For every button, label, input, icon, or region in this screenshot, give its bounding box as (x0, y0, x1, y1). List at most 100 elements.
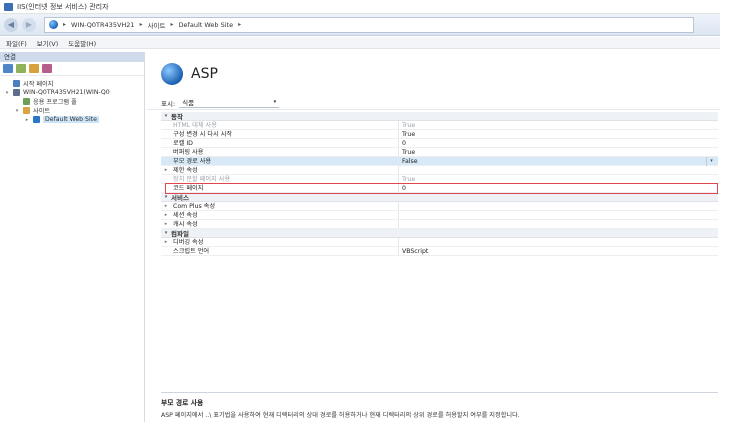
property-grid: ▾ 동작 HTML 대체 사용 True 구성 변경 시 다시 시작 True 로캘 ID 0… (161, 112, 718, 256)
property-row[interactable]: 코드 페이지 0 (161, 184, 718, 193)
breadcrumb-server[interactable]: WIN-Q0TR435VH21 (71, 21, 135, 29)
breadcrumb-default-web-site[interactable]: Default Web Site (179, 21, 234, 29)
expand-chevron-icon[interactable]: ▸ (161, 211, 171, 219)
tree-node-label: 응용 프로그램 풀 (33, 99, 77, 106)
property-row[interactable]: 로캘 ID 0 (161, 139, 718, 148)
expand-chevron-icon[interactable]: ▸ (161, 220, 171, 228)
breadcrumb-separator: ▸ (238, 21, 242, 28)
chevron-down-icon: ▾ (273, 99, 277, 105)
expand-chevron-icon[interactable]: ▸ (161, 202, 171, 210)
breadcrumb-separator: ▸ (139, 21, 143, 28)
property-row[interactable]: 버퍼링 사용 True (161, 148, 718, 157)
property-value[interactable]: True (399, 175, 718, 183)
feature-header: ASP (147, 52, 720, 96)
value-dropdown-icon[interactable]: ▾ (706, 157, 716, 166)
property-name: 부모 경로 사용 (171, 157, 399, 165)
tree-node[interactable]: ▸ Default Web Site (0, 115, 144, 124)
expand-chevron-icon[interactable]: ▸ (161, 166, 171, 174)
property-row[interactable]: ▸ 캐시 속성 (161, 220, 718, 229)
node-icon (23, 107, 30, 114)
property-row[interactable]: 장치 분할 페이지 사용 True (161, 175, 718, 184)
group-by-label: 표시: (161, 99, 176, 108)
menu-view[interactable]: 보기(V) (37, 38, 58, 48)
tree-node-label: 시작 페이지 (23, 81, 54, 88)
property-row[interactable]: ▸ 세션 속성 (161, 211, 718, 220)
property-value[interactable] (399, 166, 718, 174)
property-row[interactable]: HTML 대체 사용 True (161, 121, 718, 130)
asp-globe-icon (161, 63, 183, 85)
connections-tree: 시작 페이지 ▾ WIN-Q0TR435VH21(WIN-Q0 응용 프로그램 풀 ▾ 사… (0, 76, 144, 124)
property-name: 세션 속성 (171, 211, 399, 219)
node-icon (13, 80, 20, 87)
property-value[interactable] (399, 202, 718, 210)
address-bar: ◀ ▶ ▸ WIN-Q0TR435VH21 ▸ 사이트 ▸ Default We… (0, 14, 720, 36)
iis-app-icon (4, 2, 13, 11)
property-name: 구성 변경 시 다시 시작 (171, 130, 399, 138)
up-folder-icon[interactable] (29, 64, 39, 73)
connections-toolbar (0, 62, 144, 76)
row-spacer (161, 157, 171, 165)
group-by-value: 식품 (182, 99, 195, 107)
property-value[interactable]: False (399, 157, 718, 165)
page-title: ASP (191, 66, 218, 82)
property-value[interactable]: 0 (399, 184, 718, 192)
node-icon (13, 89, 20, 96)
property-name: Com Plus 속성 (171, 202, 399, 210)
tree-node[interactable]: 시작 페이지 (0, 79, 144, 88)
property-name: 장치 분할 페이지 사용 (171, 175, 399, 183)
row-spacer (161, 121, 171, 129)
row-spacer (161, 247, 171, 255)
refresh-icon[interactable] (42, 64, 52, 73)
property-value[interactable] (399, 211, 718, 219)
collapse-chevron-icon[interactable]: ▾ (161, 230, 171, 236)
property-category[interactable]: ▾ 서비스 (161, 193, 718, 202)
tree-node-label: WIN-Q0TR435VH21(WIN-Q0 (23, 89, 110, 96)
description-text: ASP 페이지에서 ..\ 표기법을 사용하여 현재 디렉터리의 상대 경로를 … (161, 412, 520, 419)
property-category[interactable]: ▾ 컴파일 (161, 229, 718, 238)
row-spacer (161, 175, 171, 183)
property-value[interactable] (399, 238, 718, 246)
menu-help[interactable]: 도움말(H) (68, 38, 96, 48)
property-row[interactable]: ▸ 디버깅 속성 (161, 238, 718, 247)
node-icon (23, 98, 30, 105)
collapse-chevron-icon[interactable]: ▾ (161, 194, 171, 200)
property-value[interactable] (399, 220, 718, 228)
tree-node[interactable]: 응용 프로그램 풀 (0, 97, 144, 106)
category-name: 서비스 (171, 194, 189, 202)
breadcrumb-sites[interactable]: 사이트 (148, 20, 166, 30)
tree-node[interactable]: ▾ 사이트 (0, 106, 144, 115)
property-name: 제한 속성 (171, 166, 399, 174)
group-by-select[interactable]: 식품 ▾ (179, 98, 280, 108)
property-row[interactable]: ▸ Com Plus 속성 (161, 202, 718, 211)
connect-icon[interactable] (3, 64, 13, 73)
window-title: IIS(인터넷 정보 서비스) 관리자 (17, 2, 109, 11)
globe-icon (49, 20, 58, 29)
property-value[interactable]: VBScript (399, 247, 718, 255)
menu-file[interactable]: 파일(F) (6, 38, 27, 48)
row-spacer (161, 139, 171, 147)
property-category[interactable]: ▾ 동작 (161, 112, 718, 121)
connections-header: 연결 (0, 52, 144, 62)
tree-node[interactable]: ▾ WIN-Q0TR435VH21(WIN-Q0 (0, 88, 144, 97)
property-row[interactable]: 스크립트 언어 VBScript (161, 247, 718, 256)
property-value[interactable]: True (399, 121, 718, 129)
property-row[interactable]: 구성 변경 시 다시 시작 True (161, 130, 718, 139)
expand-chevron-icon[interactable]: ▸ (161, 238, 171, 246)
property-value[interactable]: 0 (399, 139, 718, 147)
back-button[interactable]: ◀ (4, 17, 18, 32)
save-icon[interactable] (16, 64, 26, 73)
property-value[interactable]: True (399, 148, 718, 156)
row-spacer (161, 148, 171, 156)
property-name: 버퍼링 사용 (171, 148, 399, 156)
property-value[interactable]: True (399, 130, 718, 138)
expand-chevron-icon[interactable]: ▾ (4, 90, 10, 96)
expand-chevron-icon[interactable]: ▾ (14, 108, 20, 114)
expand-chevron-icon[interactable]: ▸ (24, 117, 30, 123)
forward-button[interactable]: ▶ (22, 17, 36, 32)
property-row[interactable]: ▸ 제한 속성 (161, 166, 718, 175)
category-name: 동작 (171, 113, 183, 121)
collapse-chevron-icon[interactable]: ▾ (161, 113, 171, 119)
connections-pane: 연결 시작 페이지 ▾ WIN-Q0TR435VH21(WIN-Q0 응용 프로그램 … (0, 52, 145, 422)
breadcrumb[interactable]: ▸ WIN-Q0TR435VH21 ▸ 사이트 ▸ Default Web Si… (44, 16, 694, 33)
property-row[interactable]: 부모 경로 사용 False ▾ (161, 157, 718, 166)
